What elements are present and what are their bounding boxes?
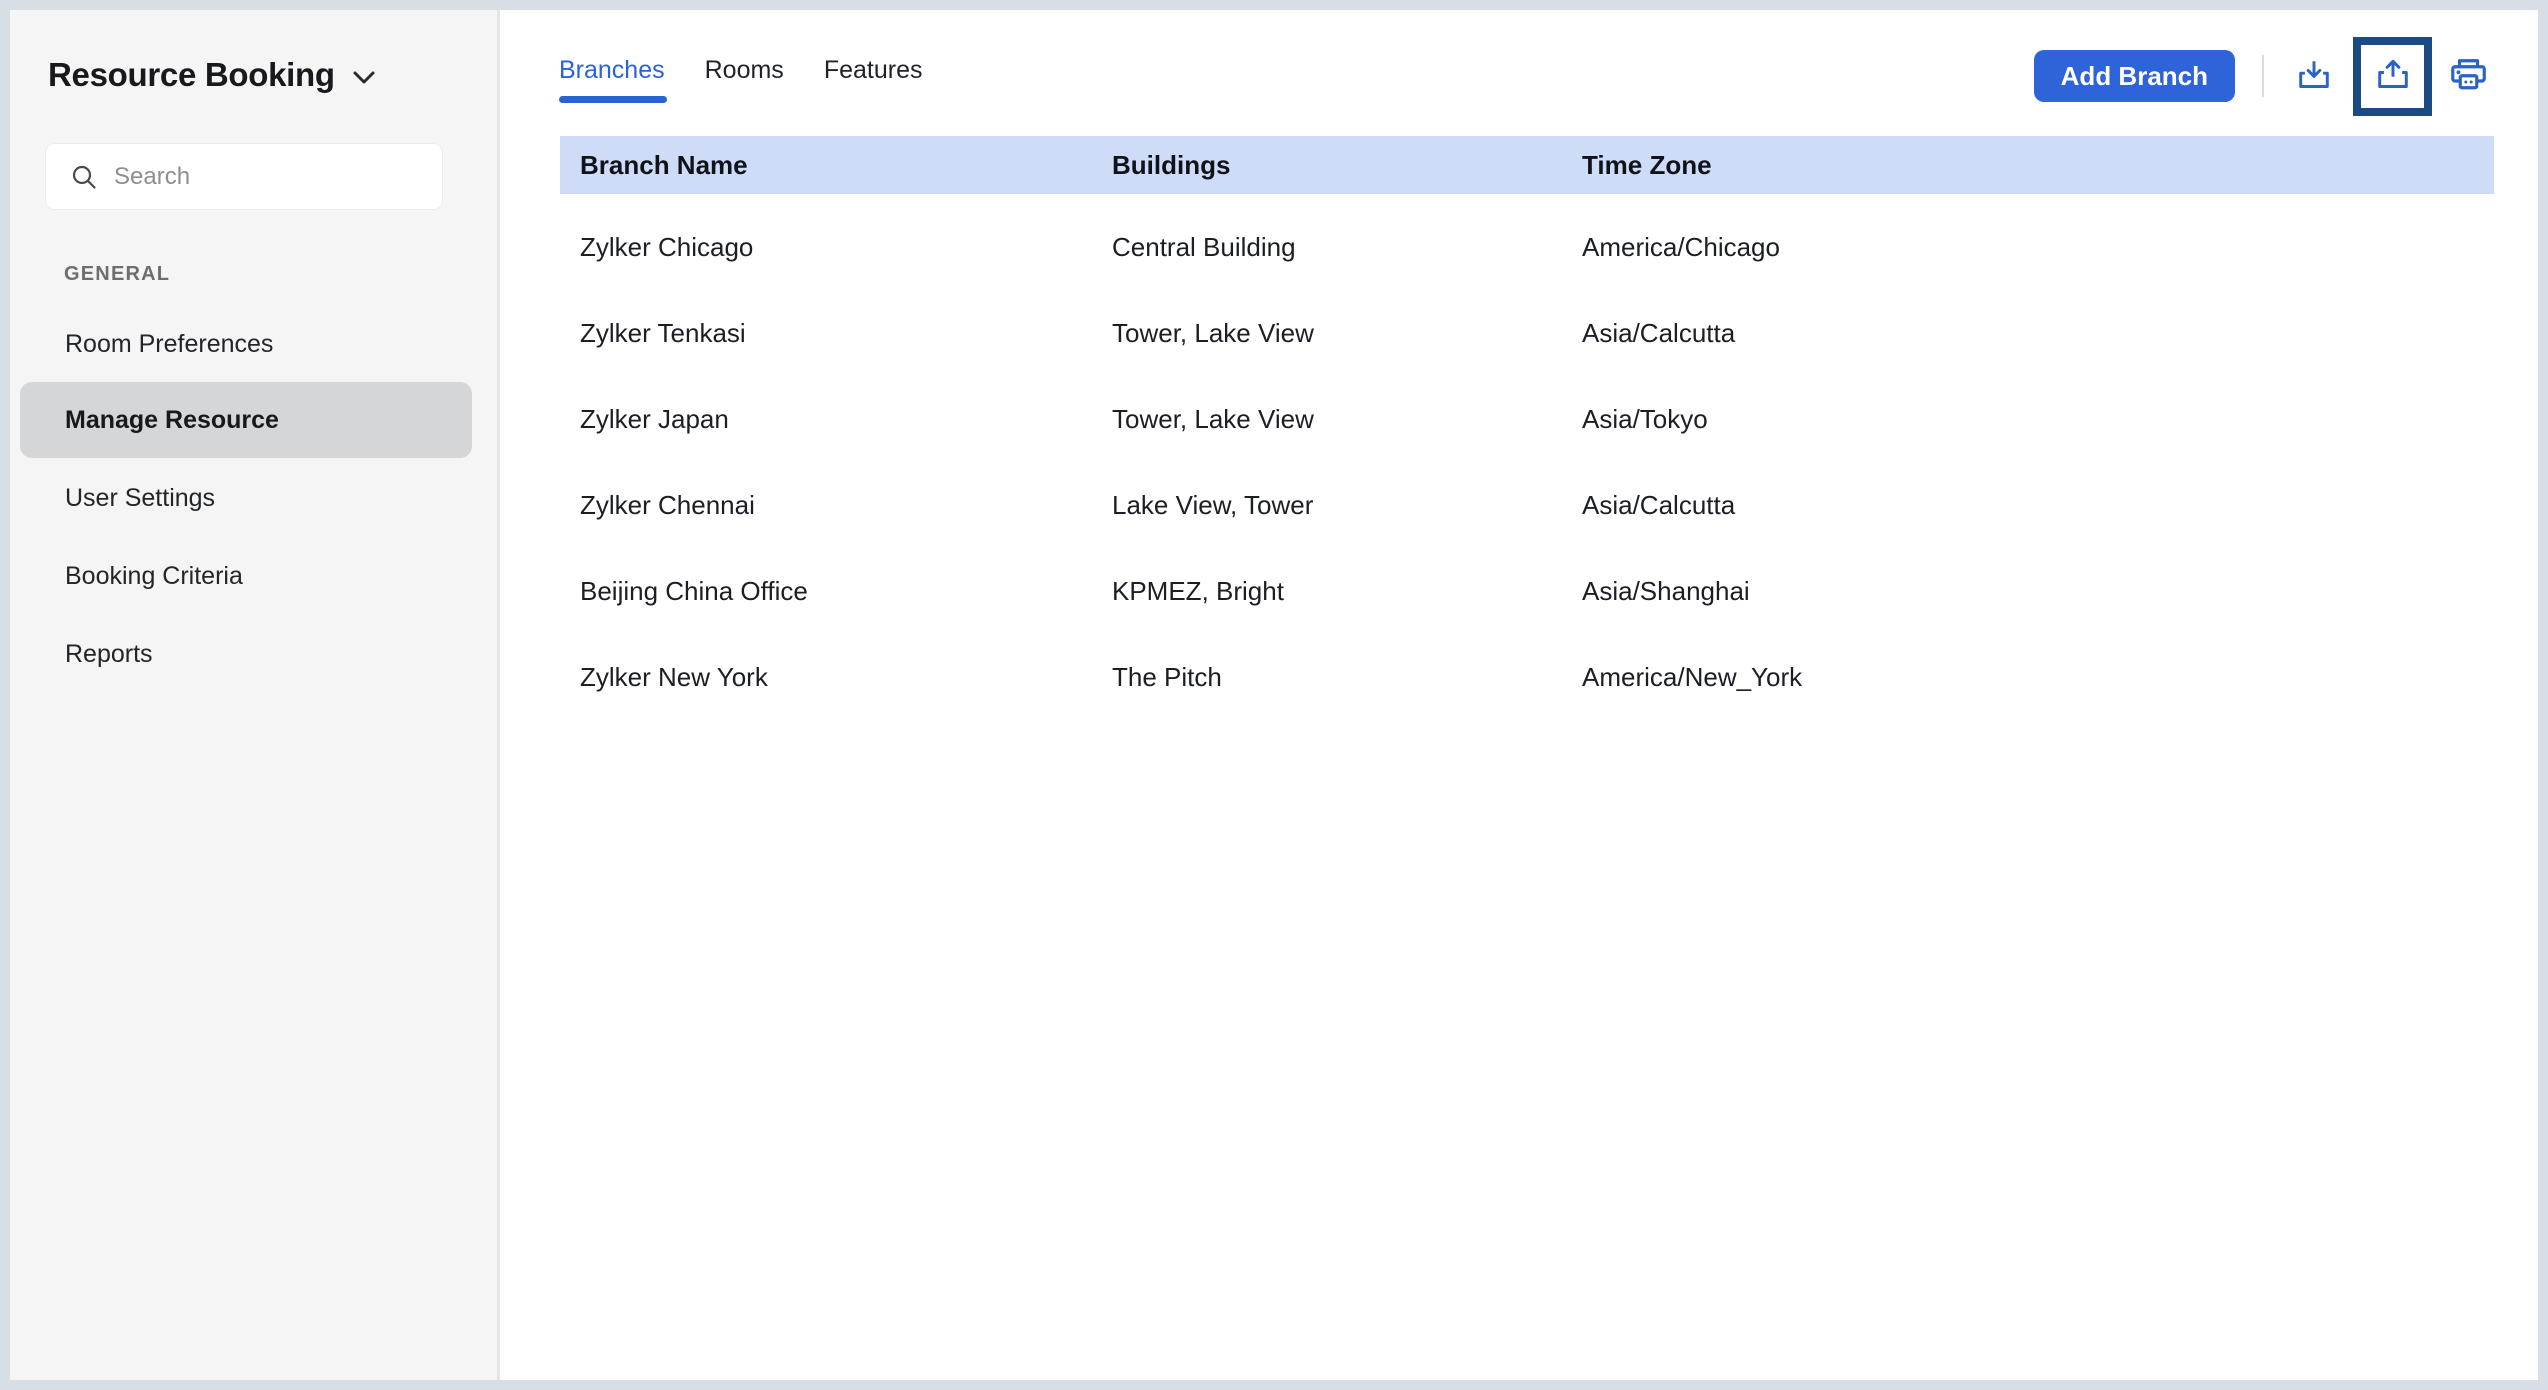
cell-time-zone: Asia/Shanghai	[1582, 575, 1750, 606]
sidebar-section-general: GENERAL	[64, 263, 171, 285]
sidebar-item-manage-resource[interactable]: Manage Resource	[20, 382, 472, 458]
tab-rooms[interactable]: Rooms	[705, 55, 784, 103]
sidebar-item-reports[interactable]: Reports	[20, 616, 472, 692]
column-header-buildings[interactable]: Buildings	[1112, 150, 1582, 181]
tab-bar: Branches Rooms Features	[559, 55, 922, 103]
column-header-time-zone[interactable]: Time Zone	[1582, 150, 2494, 181]
search-input[interactable]	[114, 162, 424, 191]
table-row[interactable]: Zylker Tenkasi Tower, Lake View Asia/Cal…	[560, 290, 2494, 376]
search-box[interactable]	[45, 143, 443, 210]
table-row[interactable]: Zylker Japan Tower, Lake View Asia/Tokyo	[560, 376, 2494, 462]
branches-table: Branch Name Buildings Time Zone Zylker C…	[560, 136, 2494, 720]
table-body: Zylker Chicago Central Building America/…	[560, 204, 2494, 720]
cell-time-zone: Asia/Calcutta	[1582, 489, 1736, 520]
cell-time-zone: Asia/Calcutta	[1582, 317, 1736, 348]
import-icon	[2299, 61, 2329, 88]
cell-buildings: Tower, Lake View	[1112, 317, 1314, 348]
cell-buildings: Central Building	[1112, 231, 1296, 262]
cell-buildings: Tower, Lake View	[1112, 403, 1314, 434]
cell-branch-name: Beijing China Office	[580, 575, 808, 606]
sidebar-item-room-preferences[interactable]: Room Preferences	[20, 306, 472, 382]
add-branch-button[interactable]: Add Branch	[2033, 50, 2235, 102]
sidebar-item-label: Reports	[65, 639, 153, 668]
cell-buildings: Lake View, Tower	[1112, 489, 1314, 520]
tab-branches[interactable]: Branches	[559, 55, 667, 103]
page-title: Resource Booking	[48, 56, 335, 93]
sidebar-item-label: Room Preferences	[65, 329, 274, 358]
cell-buildings: The Pitch	[1112, 661, 1222, 692]
cell-branch-name: Zylker Chicago	[580, 231, 754, 262]
table-header-row: Branch Name Buildings Time Zone	[560, 136, 2494, 194]
cell-time-zone: America/Chicago	[1582, 231, 1780, 262]
tab-features[interactable]: Features	[824, 55, 923, 103]
print-button[interactable]	[2444, 52, 2492, 100]
sidebar-item-label: User Settings	[65, 483, 216, 512]
table-row[interactable]: Zylker Chennai Lake View, Tower Asia/Cal…	[560, 462, 2494, 548]
column-header-branch-name[interactable]: Branch Name	[560, 150, 1112, 181]
sidebar-item-booking-criteria[interactable]: Booking Criteria	[20, 538, 472, 614]
search-icon	[72, 165, 96, 189]
toolbar-divider	[2262, 55, 2264, 97]
table-row[interactable]: Zylker New York The Pitch America/New_Yo…	[560, 634, 2494, 720]
export-icon	[2377, 59, 2408, 88]
table-row[interactable]: Beijing China Office KPMEZ, Bright Asia/…	[560, 548, 2494, 634]
export-button[interactable]	[2370, 53, 2416, 99]
toolbar: Add Branch	[2033, 36, 2492, 116]
table-row[interactable]: Zylker Chicago Central Building America/…	[560, 204, 2494, 290]
cell-branch-name: Zylker Tenkasi	[580, 317, 746, 348]
cell-buildings: KPMEZ, Bright	[1112, 575, 1284, 606]
sidebar-item-label: Booking Criteria	[65, 561, 243, 590]
cell-time-zone: Asia/Tokyo	[1582, 403, 1708, 434]
resource-booking-settings-window: Resource Booking GENERAL Room Preference…	[0, 0, 2548, 1390]
export-button-highlight-box	[2353, 36, 2432, 116]
sidebar-item-user-settings[interactable]: User Settings	[20, 460, 472, 536]
sidebar-item-label: Manage Resource	[65, 405, 279, 434]
chevron-down-icon[interactable]	[353, 71, 375, 84]
app-switcher[interactable]: Resource Booking	[48, 54, 375, 96]
cell-branch-name: Zylker New York	[580, 661, 768, 692]
sidebar: Resource Booking GENERAL Room Preference…	[10, 10, 497, 1380]
cell-branch-name: Zylker Japan	[580, 403, 729, 434]
main-content: Branches Rooms Features Add Branch Branc…	[500, 10, 2538, 1380]
print-icon	[2450, 58, 2486, 89]
import-button[interactable]	[2291, 53, 2337, 99]
cell-time-zone: America/New_York	[1582, 661, 1803, 692]
cell-branch-name: Zylker Chennai	[580, 489, 755, 520]
